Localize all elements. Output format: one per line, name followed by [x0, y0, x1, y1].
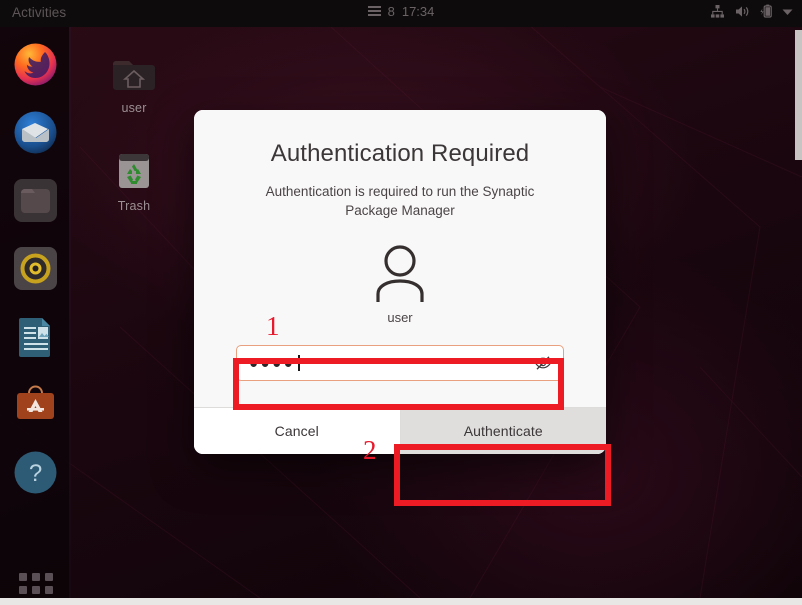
desktop-icon-home-folder[interactable]: user [89, 49, 179, 115]
volume-icon [734, 4, 750, 19]
dock-item-libreoffice-writer[interactable] [12, 313, 59, 360]
dock-divider [69, 27, 71, 598]
dock-item-firefox[interactable] [12, 41, 59, 88]
dialog-message: Authentication is required to run the Sy… [265, 184, 535, 218]
notification-count: 8 [387, 4, 395, 19]
screen: user Trash ? Authentication Required Aut… [0, 0, 802, 605]
apps-grid-dot [45, 573, 53, 581]
text-caret [298, 355, 300, 371]
dock-item-thunderbird[interactable] [12, 109, 59, 156]
rhythmbox-icon [14, 247, 57, 290]
dock-item-help[interactable]: ? [12, 449, 59, 496]
network-wired-icon [710, 4, 725, 19]
clock-menu[interactable]: 8 17:34 [0, 4, 802, 19]
libreoffice-writer-icon [19, 318, 50, 357]
dialog-title: Authentication Required [270, 140, 530, 167]
clock-time: 17:34 [401, 4, 435, 19]
dock: ? [0, 27, 71, 605]
dropdown-arrow-icon [782, 8, 793, 16]
bottom-edge-strip [0, 598, 802, 605]
battery-charging-icon [759, 4, 773, 19]
svg-text:?: ? [29, 460, 42, 487]
window-scrollbar[interactable] [795, 30, 802, 160]
apps-grid-dot [19, 573, 27, 581]
dock-item-ubuntu-software[interactable] [12, 381, 59, 428]
user-avatar-icon [368, 242, 432, 304]
annotation-number-2: 2 [363, 435, 377, 465]
password-row: ●●●● [236, 345, 564, 381]
thunderbird-icon [14, 111, 57, 154]
system-status-menu[interactable] [710, 4, 793, 19]
files-icon [14, 179, 57, 222]
trash-icon [110, 147, 158, 195]
eye-slash-icon[interactable] [534, 354, 552, 372]
home-folder-icon [110, 49, 158, 97]
password-masked-value: ●●●● [249, 354, 296, 372]
authenticate-button[interactable]: Authenticate [400, 408, 606, 454]
desktop-icon-label: user [121, 101, 147, 115]
password-input[interactable]: ●●●● [236, 345, 564, 381]
dock-item-rhythmbox[interactable] [12, 245, 59, 292]
apps-grid-dot [19, 586, 27, 594]
firefox-icon [14, 43, 57, 86]
top-bar: Activities 8 17:34 [0, 0, 802, 27]
dialog-body: Authentication Required Authentication i… [194, 110, 606, 407]
calendar-lines-icon [367, 6, 381, 17]
help-icon: ? [14, 451, 57, 494]
apps-grid-dot [45, 586, 53, 594]
desktop-icon-label: Trash [117, 199, 151, 213]
authentication-dialog: Authentication Required Authentication i… [194, 110, 606, 454]
annotation-number-1: 1 [266, 311, 280, 341]
apps-grid-dot [32, 573, 40, 581]
ubuntu-software-icon [17, 385, 54, 419]
dialog-footer: Cancel Authenticate [194, 407, 606, 454]
dock-item-files[interactable] [12, 177, 59, 224]
desktop-icon-trash[interactable]: Trash [89, 147, 179, 213]
apps-grid-dot [32, 586, 40, 594]
